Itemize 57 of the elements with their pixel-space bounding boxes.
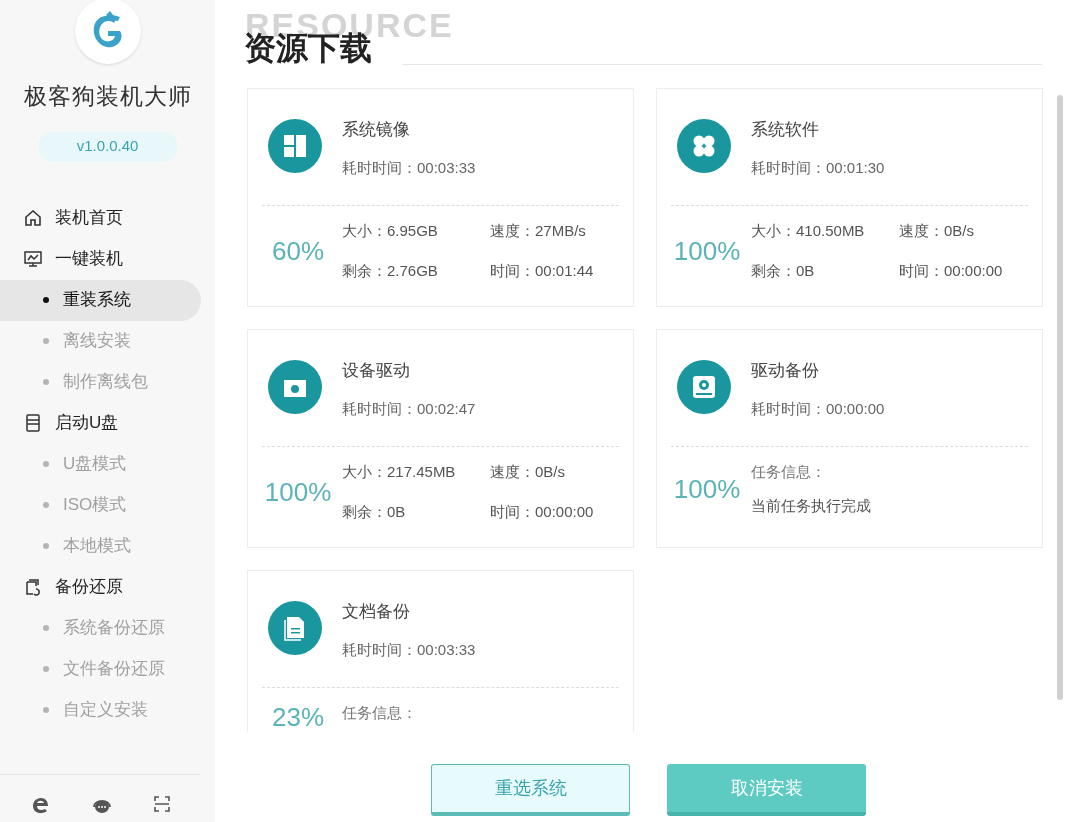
info-label: 任务信息： (751, 462, 827, 482)
grid-icon (268, 119, 322, 173)
nav-subitem[interactable]: ISO模式 (0, 484, 201, 526)
progress-percent: 23% (270, 702, 325, 732)
document-icon (268, 601, 322, 655)
nav-item[interactable]: 备份还原 (0, 566, 215, 608)
stat-text: 剩余：0B (751, 261, 816, 281)
nav-subitem[interactable]: 制作离线包 (0, 361, 201, 403)
progress-percent: 100% (672, 236, 742, 266)
scan-icon[interactable] (152, 795, 171, 815)
nav-item[interactable]: 启动U盘 (0, 402, 215, 444)
cancel-button[interactable]: 取消安装 (667, 764, 866, 816)
stat-text: 剩余：0B (342, 502, 407, 522)
info-label: 任务信息： (342, 703, 417, 723)
progress-percent: 100% (672, 474, 742, 504)
scrollbar[interactable] (1057, 95, 1063, 700)
home-icon (23, 208, 43, 228)
stat-text: 速度：0B/s (490, 462, 566, 482)
info-text: 当前任务执行完成 (751, 496, 871, 516)
elapsed-time: 耗时时间：00:03:33 (342, 640, 476, 660)
nav-subitem[interactable]: 自定义安装 (0, 689, 201, 731)
stat-text: 时间：00:01:44 (490, 261, 594, 281)
nav-item[interactable]: 装机首页 (0, 197, 215, 239)
stat-text: 速度：27MB/s (490, 221, 587, 241)
card-title: 驱动备份 (751, 360, 820, 382)
stat-text: 大小：217.45MB (342, 462, 457, 482)
progress-percent: 60% (270, 236, 325, 266)
stat-text: 剩余：2.76GB (342, 261, 439, 281)
elapsed-time: 耗时时间：00:00:00 (751, 399, 885, 419)
stat-text: 时间：00:00:00 (899, 261, 1003, 281)
nav-subitem[interactable]: 离线安装 (0, 320, 201, 362)
stat-text: 大小：6.95GB (342, 221, 439, 241)
nav-subitem[interactable]: 重装系统 (0, 279, 201, 321)
stat-text: 时间：00:00:00 (490, 502, 594, 522)
elapsed-time: 耗时时间：00:01:30 (751, 158, 885, 178)
reselect-button[interactable]: 重选系统 (431, 764, 630, 816)
nav-item[interactable]: 一键装机 (0, 238, 215, 280)
nav-subitem[interactable]: U盘模式 (0, 443, 201, 485)
card-title: 文档备份 (342, 601, 411, 623)
drive-icon (23, 413, 43, 433)
stat-text: 速度：0B/s (899, 221, 975, 241)
stat-text: 大小：410.50MB (751, 221, 866, 241)
elapsed-time: 耗时时间：00:02:47 (342, 399, 476, 419)
card-title: 系统软件 (751, 119, 820, 141)
nav-subitem[interactable]: 系统备份还原 (0, 607, 201, 649)
nav-subitem[interactable]: 本地模式 (0, 525, 201, 567)
restore-icon (23, 577, 43, 597)
elapsed-time: 耗时时间：00:03:33 (342, 158, 476, 178)
progress-percent: 100% (263, 477, 333, 507)
disk-icon (677, 360, 731, 414)
app-name: 极客狗装机大师 (22, 82, 193, 111)
card-title: 系统镜像 (342, 119, 411, 141)
version-badge: v1.0.0.40 (37, 131, 178, 162)
clover-icon (677, 119, 731, 173)
nav-subitem[interactable]: 文件备份还原 (0, 648, 201, 690)
card-title: 设备驱动 (342, 360, 411, 382)
monitor-icon (23, 249, 43, 269)
